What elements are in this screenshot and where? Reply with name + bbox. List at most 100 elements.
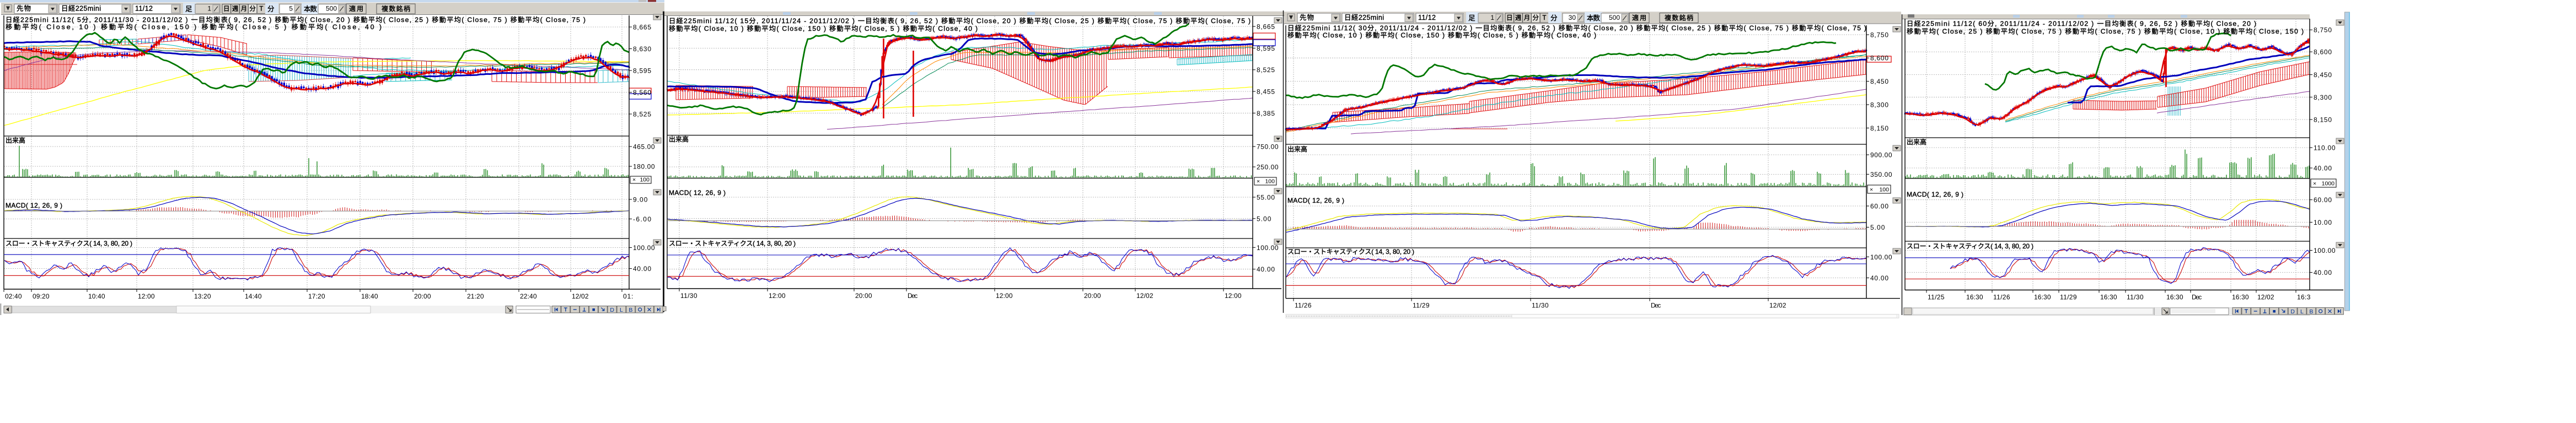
svg-text:16:30: 16:30 [1966, 294, 1983, 301]
svg-text:110.00: 110.00 [2314, 144, 2336, 152]
svg-text:5.00: 5.00 [1257, 215, 1271, 223]
svg-text:465.00: 465.00 [633, 143, 655, 151]
svg-text:100: 100 [640, 177, 650, 183]
svg-text:L: L [620, 307, 623, 313]
svg-text:8,525: 8,525 [633, 111, 651, 118]
svg-text:750.00: 750.00 [1257, 143, 1279, 151]
svg-text:100.00: 100.00 [633, 244, 655, 252]
svg-text:8,525: 8,525 [1257, 66, 1275, 74]
svg-text:Dec: Dec [908, 292, 917, 300]
svg-text:日: 日 [223, 6, 230, 13]
svg-text:8,630: 8,630 [633, 45, 651, 53]
svg-text:11/25: 11/25 [1928, 294, 1945, 301]
svg-text:先物: 先物 [1300, 14, 1314, 21]
svg-text:16:3: 16:3 [2297, 294, 2311, 301]
svg-text:12/02: 12/02 [2257, 294, 2274, 301]
svg-text:日経225mini 11/12( 15分, 2011/11/: 日経225mini 11/12( 15分, 2011/11/24 - 2011/… [669, 17, 1251, 25]
svg-text:30: 30 [1569, 14, 1576, 21]
svg-text:分: 分 [249, 6, 256, 13]
svg-text:11/30: 11/30 [1532, 302, 1549, 310]
svg-text:20:00: 20:00 [414, 292, 431, 300]
svg-text:複数銘柄: 複数銘柄 [1665, 14, 1693, 22]
svg-text:12:00: 12:00 [996, 292, 1013, 300]
svg-text:MACD( 12, 26, 9 ): MACD( 12, 26, 9 ) [669, 189, 726, 197]
svg-text:350.00: 350.00 [1870, 171, 1892, 178]
svg-text:100.00: 100.00 [2314, 247, 2336, 254]
svg-text:8,595: 8,595 [633, 67, 651, 75]
svg-text:分: 分 [267, 6, 275, 13]
svg-text:D: D [2290, 308, 2295, 315]
svg-text:MACD( 12, 26, 9 ): MACD( 12, 26, 9 ) [1287, 197, 1344, 204]
svg-text:8,665: 8,665 [633, 24, 651, 31]
svg-text:11/30: 11/30 [2127, 294, 2144, 301]
svg-text:100.00: 100.00 [1870, 253, 1892, 261]
svg-text:40.00: 40.00 [1257, 265, 1275, 273]
svg-text:8,595: 8,595 [1257, 45, 1275, 52]
svg-text:11/29: 11/29 [2060, 294, 2077, 301]
svg-text:スロー・ストキャスティクス( 14, 3, 80, 20 ): スロー・ストキャスティクス( 14, 3, 80, 20 ) [1907, 242, 2033, 250]
svg-text:日経225mini 11/12( 30分, 2011/11/: 日経225mini 11/12( 30分, 2011/11/24 - 2011/… [1287, 24, 1866, 32]
svg-text:250.00: 250.00 [1257, 164, 1279, 171]
svg-text:×: × [1257, 178, 1260, 185]
svg-text:×: × [632, 177, 636, 183]
svg-text:月: 月 [1524, 15, 1531, 21]
svg-text:移動平均( Close, 25 ) 移動平均( Clo: 移動平均( Close, 25 ) 移動平均( Close, 75 ) 移動平均… [1907, 28, 2304, 35]
svg-text:T: T [1542, 15, 1546, 21]
svg-text:足: 足 [185, 6, 192, 13]
svg-text:40.00: 40.00 [2314, 165, 2332, 172]
svg-text:12/02: 12/02 [572, 292, 589, 300]
svg-text:8,560: 8,560 [633, 89, 651, 96]
svg-text:Dec: Dec [1651, 302, 1661, 310]
svg-text:60.00: 60.00 [1870, 203, 1888, 210]
svg-text:1: 1 [207, 5, 211, 13]
svg-text:10:40: 10:40 [88, 292, 105, 300]
svg-text:21:20: 21:20 [467, 292, 484, 300]
svg-text:MACD( 12, 26, 9 ): MACD( 12, 26, 9 ) [6, 202, 62, 209]
svg-text:01:: 01: [623, 292, 633, 300]
svg-text:100.00: 100.00 [1257, 244, 1279, 252]
svg-text:10.00: 10.00 [2314, 219, 2332, 226]
svg-text:8,600: 8,600 [2314, 48, 2332, 56]
svg-text:適用: 適用 [349, 4, 363, 13]
svg-text:8,150: 8,150 [2314, 116, 2332, 124]
svg-text:出来高: 出来高 [1287, 145, 1307, 153]
svg-text:出来高: 出来高 [669, 135, 689, 143]
svg-text:1000: 1000 [2322, 181, 2335, 187]
svg-text:日経225mini: 日経225mini [61, 5, 101, 13]
svg-text:8,750: 8,750 [2314, 26, 2332, 34]
svg-text:日: 日 [1506, 15, 1513, 21]
svg-text:D: D [610, 307, 614, 313]
svg-text:スロー・ストキャスティクス( 14, 3, 80, 20 ): スロー・ストキャスティクス( 14, 3, 80, 20 ) [6, 240, 132, 247]
svg-text:分: 分 [1532, 14, 1539, 21]
svg-text:12:00: 12:00 [1225, 292, 1242, 300]
svg-text:14:40: 14:40 [245, 292, 262, 300]
svg-text:T: T [259, 6, 263, 13]
svg-text:13:20: 13:20 [194, 292, 211, 300]
svg-text:8,150: 8,150 [1870, 124, 1888, 132]
svg-text:16:30: 16:30 [2232, 294, 2249, 301]
svg-text:16:30: 16:30 [2034, 294, 2051, 301]
svg-text:12:00: 12:00 [138, 292, 155, 300]
svg-text:500: 500 [326, 5, 337, 13]
svg-text:-6.00: -6.00 [633, 215, 651, 223]
svg-text:11/30: 11/30 [680, 292, 697, 300]
svg-text:8,665: 8,665 [1257, 23, 1275, 31]
svg-text:20:00: 20:00 [1084, 292, 1101, 300]
svg-text:8,750: 8,750 [1870, 31, 1888, 39]
svg-text:8,450: 8,450 [1870, 78, 1888, 85]
svg-text:02:40: 02:40 [5, 292, 22, 300]
svg-text:09:20: 09:20 [33, 292, 50, 300]
svg-text:1: 1 [1490, 14, 1494, 21]
svg-text:本数: 本数 [1587, 14, 1600, 22]
svg-text:週: 週 [232, 6, 239, 13]
svg-text:複数銘柄: 複数銘柄 [382, 4, 410, 13]
svg-text:22:40: 22:40 [520, 292, 537, 300]
svg-text:MACD( 12, 26, 9 ): MACD( 12, 26, 9 ) [1907, 191, 1963, 198]
svg-text:11/12: 11/12 [1418, 14, 1436, 21]
svg-text:12/02: 12/02 [1136, 292, 1153, 300]
svg-text:8,300: 8,300 [2314, 94, 2332, 101]
svg-text:5.00: 5.00 [1870, 224, 1885, 231]
svg-text:出来高: 出来高 [6, 136, 25, 144]
svg-text:500: 500 [1609, 14, 1620, 21]
svg-text:月: 月 [241, 6, 248, 13]
